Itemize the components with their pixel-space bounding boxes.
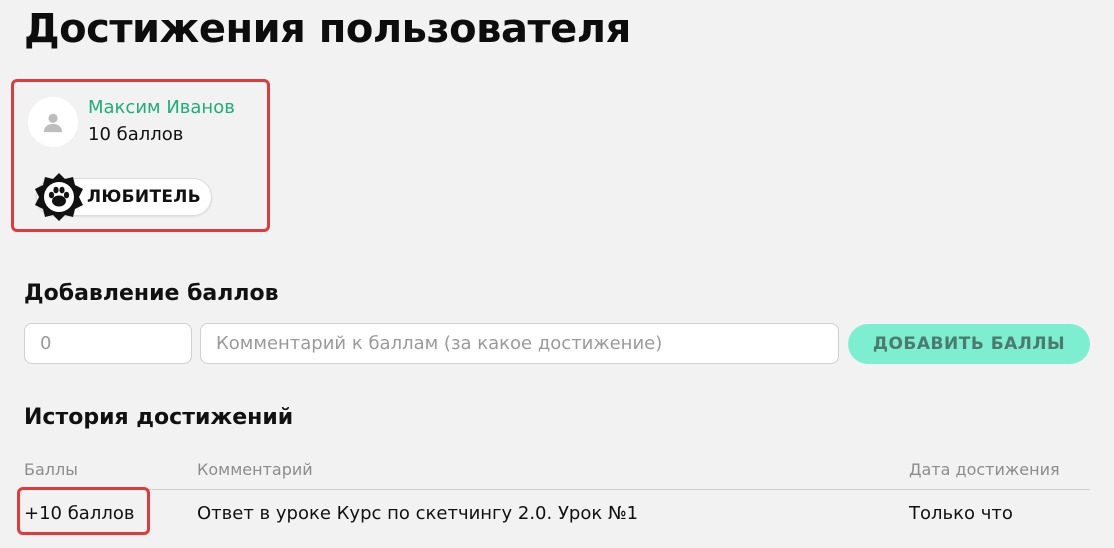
user-name-link[interactable]: Максим Иванов [88, 97, 235, 118]
level-label: ЛЮБИТЕЛЬ [87, 187, 201, 207]
column-header-date: Дата достижения [909, 460, 1060, 479]
avatar[interactable] [28, 97, 78, 147]
paw-icon [35, 173, 83, 221]
add-points-title: Добавление баллов [24, 281, 279, 306]
history-row-points: +10 баллов [24, 503, 135, 524]
column-header-points: Баллы [24, 460, 78, 479]
page-title: Достижения пользователя [24, 6, 631, 52]
user-card: Максим Иванов 10 баллов ЛЮБИТЕЛЬ [11, 79, 270, 232]
column-header-comment: Комментарий [197, 460, 313, 479]
history-title: История достижений [24, 405, 294, 430]
user-icon [43, 113, 63, 133]
table-divider [24, 489, 1090, 490]
add-points-button[interactable]: ДОБАВИТЬ БАЛЛЫ [848, 324, 1090, 364]
history-row-comment: Ответ в уроке Курс по скетчингу 2.0. Уро… [197, 503, 639, 524]
points-input[interactable] [24, 323, 192, 364]
level-badge: ЛЮБИТЕЛЬ [35, 173, 212, 221]
user-points: 10 баллов [88, 124, 184, 145]
history-row-date: Только что [909, 503, 1013, 524]
comment-input[interactable] [200, 323, 839, 364]
